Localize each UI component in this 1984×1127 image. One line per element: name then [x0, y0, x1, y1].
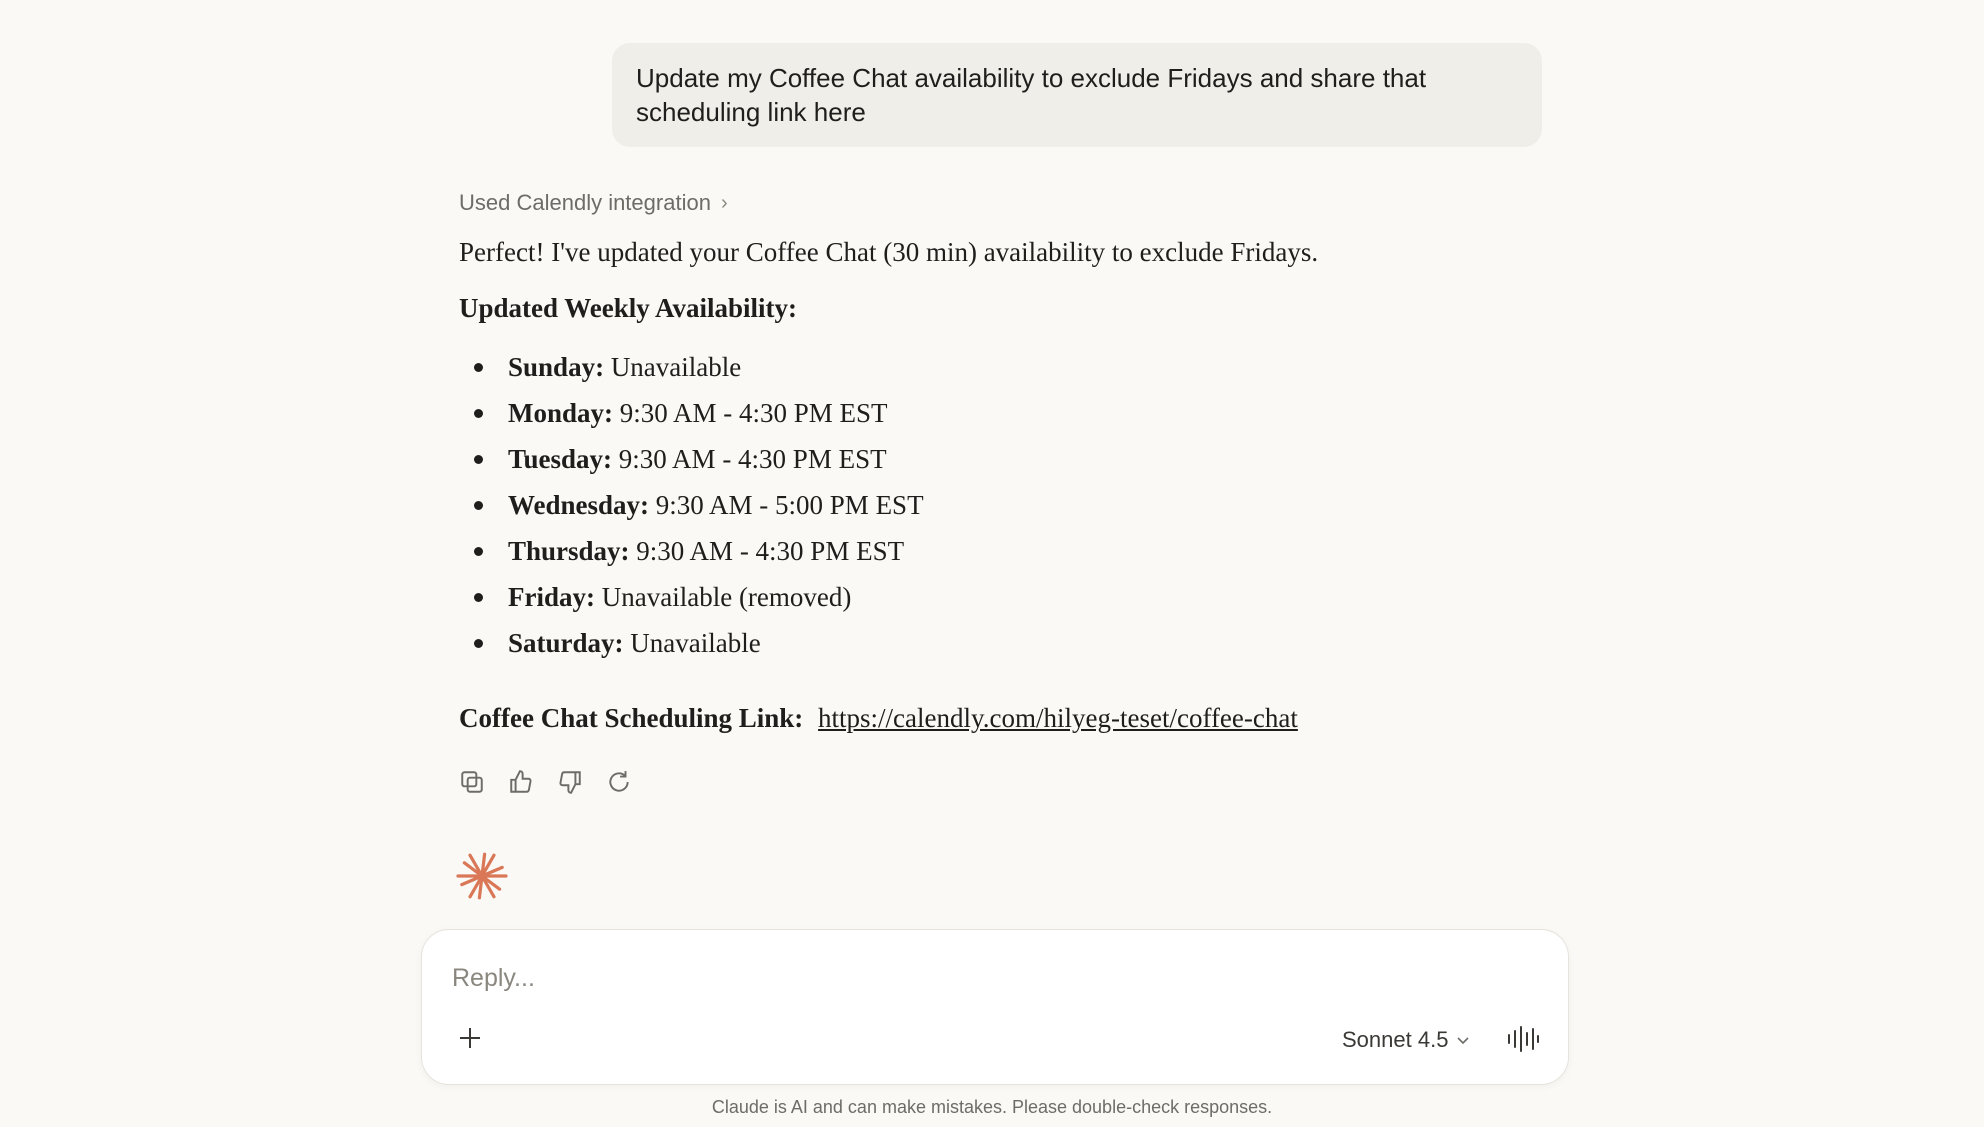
disclaimer: Claude is AI and can make mistakes. Plea… [711, 1097, 1273, 1117]
day-hours: 9:30 AM - 4:30 PM EST [619, 398, 888, 428]
model-selector[interactable]: Sonnet 4.5 [1342, 1027, 1470, 1053]
assistant-response: Perfect! I've updated your Coffee Chat (… [459, 230, 1559, 740]
day-hours: 9:30 AM - 4:30 PM EST [618, 444, 887, 474]
day-hours: Unavailable [630, 628, 761, 658]
reply-composer: Sonnet 4.5 [421, 929, 1569, 1085]
list-item: Thursday: 9:30 AM - 4:30 PM EST [459, 528, 1559, 574]
day-hours: 9:30 AM - 4:30 PM EST [636, 536, 905, 566]
list-item: Monday: 9:30 AM - 4:30 PM EST [459, 390, 1559, 436]
voice-waveform-icon [1508, 1026, 1539, 1052]
chevron-down-icon [1457, 1037, 1470, 1045]
thumbs-down-icon[interactable] [556, 768, 584, 796]
day-label: Monday: [508, 398, 614, 428]
list-item: Friday: Unavailable (removed) [459, 574, 1559, 620]
scheduling-link[interactable]: https://calendly.com/hilyeg-teset/coffee… [818, 703, 1298, 733]
integration-label: Used Calendly integration [459, 190, 711, 215]
voice-mode-button[interactable] [1506, 1024, 1542, 1056]
list-item: Tuesday: 9:30 AM - 4:30 PM EST [459, 436, 1559, 482]
day-hours: Unavailable (removed) [601, 582, 852, 612]
add-attachment-button[interactable] [456, 1024, 488, 1056]
availability-list: Sunday: Unavailable Monday: 9:30 AM - 4:… [459, 344, 1559, 666]
day-label: Sunday: [508, 352, 605, 382]
day-hours: 9:30 AM - 5:00 PM EST [655, 490, 924, 520]
day-label: Saturday: [508, 628, 624, 658]
retry-icon[interactable] [605, 768, 633, 796]
list-item: Wednesday: 9:30 AM - 5:00 PM EST [459, 482, 1559, 528]
day-label: Tuesday: [508, 444, 613, 474]
list-item: Saturday: Unavailable [459, 620, 1559, 666]
model-name: Sonnet 4.5 [1342, 1027, 1449, 1052]
reply-input[interactable] [452, 958, 1452, 998]
user-message-bubble: Update my Coffee Chat availability to ex… [612, 43, 1542, 147]
day-label: Thursday: [508, 536, 630, 566]
thumbs-up-icon[interactable] [507, 768, 535, 796]
availability-heading: Updated Weekly Availability: [459, 293, 798, 323]
day-hours: Unavailable [610, 352, 742, 382]
copy-icon[interactable] [458, 768, 486, 796]
day-label: Friday: [508, 582, 595, 612]
day-label: Wednesday: [508, 490, 650, 520]
scheduling-link-label: Coffee Chat Scheduling Link: [459, 703, 804, 733]
plus-icon [460, 1028, 480, 1048]
integration-toggle[interactable]: Used Calendly integration › [459, 190, 728, 216]
message-actions [458, 768, 633, 796]
claude-spark-icon [456, 850, 508, 902]
scheduling-link-line: Coffee Chat Scheduling Link: https://cal… [459, 696, 1559, 740]
user-message-text: Update my Coffee Chat availability to ex… [636, 63, 1427, 127]
chevron-right-icon: › [720, 191, 728, 214]
response-intro: Perfect! I've updated your Coffee Chat (… [459, 237, 1319, 267]
list-item: Sunday: Unavailable [459, 344, 1559, 390]
